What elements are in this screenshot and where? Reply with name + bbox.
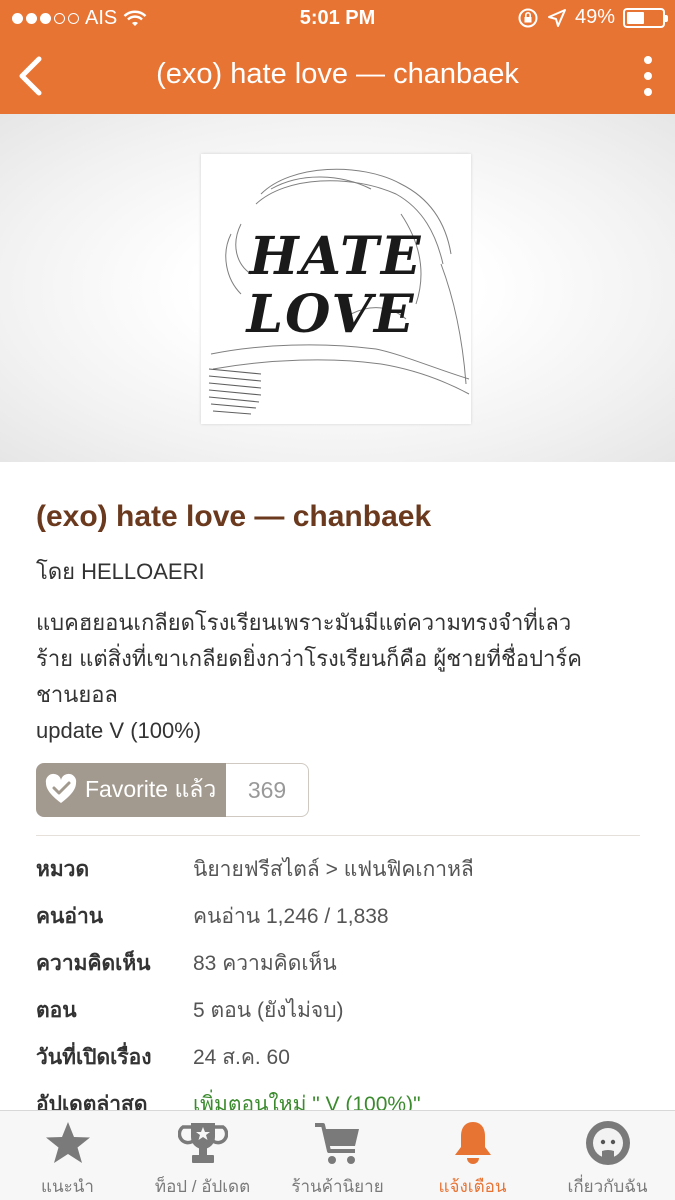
profile-icon — [585, 1121, 630, 1165]
meta-key: ตอน — [36, 999, 77, 1022]
tab-about-me[interactable]: เกี่ยวกับฉัน — [540, 1111, 675, 1200]
meta-value: นิยายฟรีสไตล์ > แฟนฟิคเกาหลี — [193, 858, 474, 881]
synopsis-line: แบคฮยอนเกลียดโรงเรียนเพราะมันมีแต่ความทร… — [36, 610, 572, 635]
cover-text-hate: HATE — [248, 226, 423, 287]
synopsis: แบคฮยอนเกลียดโรงเรียนเพราะมันมีแต่ความทร… — [36, 605, 640, 713]
meta-value: 24 ส.ค. 60 — [193, 1046, 290, 1069]
meta-key: ความคิดเห็น — [36, 952, 151, 975]
synopsis-line: ชานยอล — [36, 682, 118, 707]
meta-row-chapters: ตอน 5 ตอน (ยังไม่จบ) — [36, 987, 640, 1034]
tab-novel-store[interactable]: ร้านค้านิยาย — [270, 1111, 405, 1200]
star-icon — [45, 1122, 90, 1163]
battery-icon — [623, 7, 668, 28]
bell-icon — [454, 1122, 491, 1164]
meta-key: วันที่เปิดเรื่อง — [36, 1046, 152, 1069]
cover-image[interactable]: HATE LOVE — [201, 154, 471, 424]
divider — [36, 835, 640, 836]
chevron-left-icon — [19, 56, 42, 96]
meta-value: 83 ความคิดเห็น — [193, 952, 337, 975]
back-button[interactable] — [8, 48, 52, 104]
trophy-icon — [177, 1123, 228, 1163]
meta-table: หมวด นิยายฟรีสไตล์ > แฟนฟิคเกาหลี คนอ่าน… — [36, 846, 640, 1128]
novel-title: (exo) hate love — chanbaek — [36, 500, 432, 533]
tab-label: เกี่ยวกับฉัน — [567, 1177, 648, 1196]
heart-icon — [45, 773, 77, 803]
location-arrow-icon — [547, 8, 566, 27]
favorite-button[interactable]: Favorite แล้ว — [36, 763, 226, 817]
cover-text-love: LOVE — [245, 284, 416, 345]
update-note: update V (100%) — [36, 718, 202, 743]
cover-illustration: HATE LOVE — [208, 168, 470, 415]
tab-label: แนะนำ — [41, 1177, 94, 1196]
tab-notifications[interactable]: แจ้งเตือน — [405, 1111, 540, 1200]
tab-label: แจ้งเตือน — [438, 1177, 507, 1196]
battery-percent: 49% — [574, 6, 615, 28]
meta-row-comments[interactable]: ความคิดเห็น 83 ความคิดเห็น — [36, 940, 640, 987]
rotation-lock-icon — [518, 8, 538, 27]
author-link[interactable]: โดย HELLOAERI — [36, 554, 640, 589]
nav-title: (exo) hate love — chanbaek — [156, 58, 519, 90]
status-right: 49% — [517, 6, 668, 29]
navigation-bar: (exo) hate love — chanbaek — [0, 38, 675, 114]
tab-top-update[interactable]: ท็อป / อัปเดต — [135, 1111, 270, 1200]
meta-key: หมวด — [36, 858, 90, 881]
novel-info: (exo) hate love — chanbaek โดย HELLOAERI… — [36, 462, 640, 1128]
cart-icon — [314, 1123, 359, 1164]
meta-value: 5 ตอน (ยังไม่จบ) — [193, 999, 344, 1022]
synopsis-line: ร้าย แต่สิ่งที่เขาเกลียดยิ่งกว่าโรงเรียน… — [36, 646, 582, 671]
cover-section: HATE LOVE — [0, 114, 675, 462]
status-bar: AIS 5:01 PM 49% — [0, 0, 675, 38]
more-options-button[interactable] — [637, 56, 659, 96]
tab-recommend[interactable]: แนะนำ — [0, 1111, 135, 1200]
tab-bar: แนะนำ ท็อป / อัปเดต ร้านค้านิยาย แจ้งเตื… — [0, 1110, 675, 1200]
favorite-row: Favorite แล้ว 369 — [36, 763, 640, 817]
meta-row-category[interactable]: หมวด นิยายฟรีสไตล์ > แฟนฟิคเกาหลี — [36, 846, 640, 893]
meta-row-open-date: วันที่เปิดเรื่อง 24 ส.ค. 60 — [36, 1034, 640, 1081]
vertical-dots-icon — [644, 56, 652, 64]
tab-label: ร้านค้านิยาย — [291, 1177, 384, 1196]
meta-value: คนอ่าน 1,246 / 1,838 — [193, 905, 389, 928]
favorite-label: Favorite แล้ว — [85, 776, 217, 802]
tab-label: ท็อป / อัปเดต — [154, 1177, 251, 1196]
meta-row-readers: คนอ่าน คนอ่าน 1,246 / 1,838 — [36, 893, 640, 940]
favorite-count: 369 — [226, 763, 309, 817]
meta-key: คนอ่าน — [36, 905, 104, 928]
